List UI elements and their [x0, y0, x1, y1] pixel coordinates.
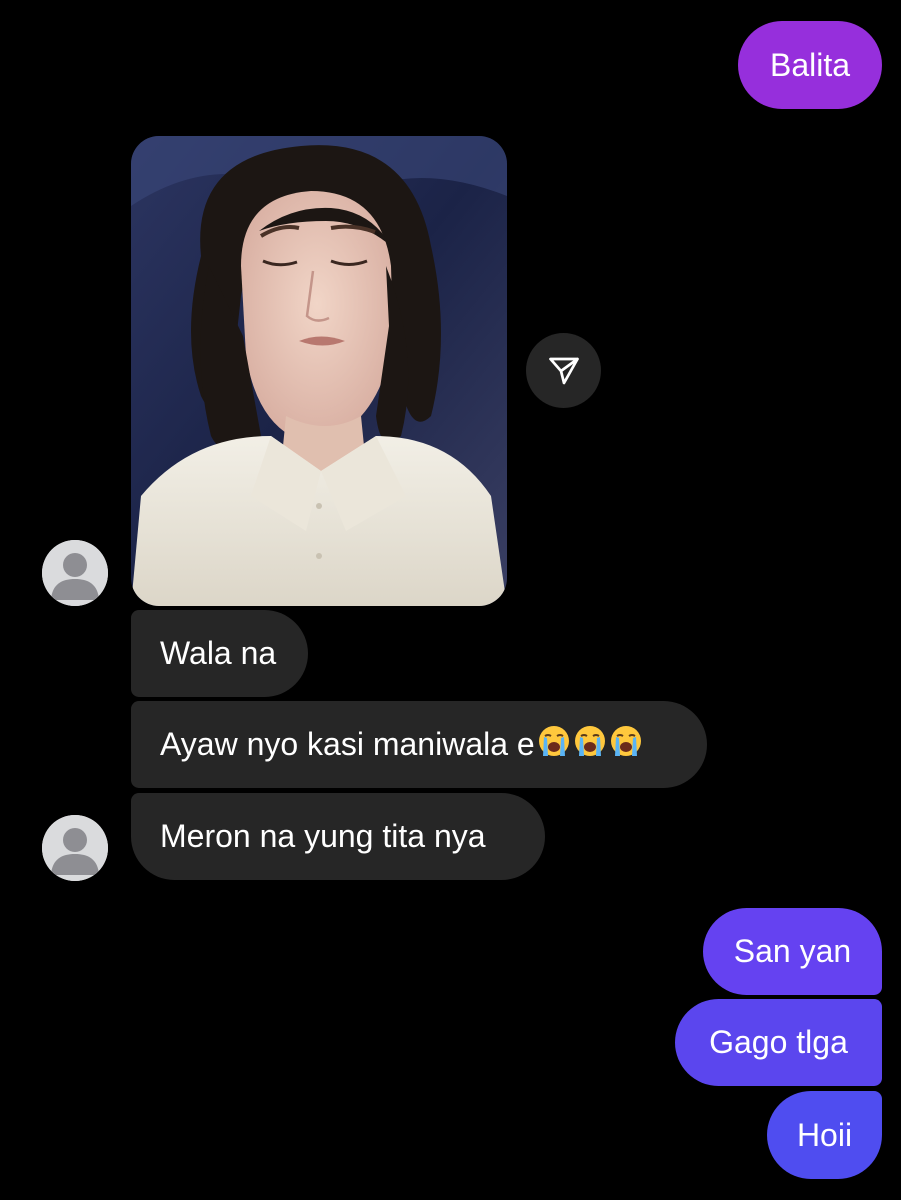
message-text: Hoii	[796, 1116, 853, 1153]
share-button[interactable]	[526, 333, 601, 408]
message-incoming-2[interactable]: Ayaw nyo kasi maniwala e	[131, 701, 707, 788]
message-incoming-3[interactable]: Meron na yung tita nya	[131, 793, 545, 880]
default-user-avatar-icon	[42, 540, 108, 606]
message-outgoing-balita[interactable]: Balita	[738, 21, 882, 109]
sender-avatar[interactable]	[42, 540, 108, 606]
photo-image	[131, 136, 507, 606]
message-incoming-1[interactable]: Wala na	[131, 610, 308, 697]
message-text: Ayaw nyo kasi maniwala e	[160, 726, 535, 762]
message-outgoing-1[interactable]: San yan	[703, 908, 882, 995]
send-icon	[548, 357, 579, 384]
message-text: Meron na yung tita nya	[160, 818, 486, 854]
crying-emoji	[537, 724, 643, 766]
photo-message[interactable]	[131, 136, 507, 606]
message-text: Wala na	[160, 635, 277, 671]
message-text: San yan	[733, 933, 852, 969]
default-user-avatar-icon	[42, 815, 108, 881]
message-outgoing-3[interactable]: Hoii	[767, 1091, 882, 1179]
message-text: Gago tlga	[709, 1024, 848, 1060]
message-outgoing-2[interactable]: Gago tlga	[675, 999, 882, 1086]
sender-avatar[interactable]	[42, 815, 108, 881]
message-text: Balita	[769, 46, 851, 83]
